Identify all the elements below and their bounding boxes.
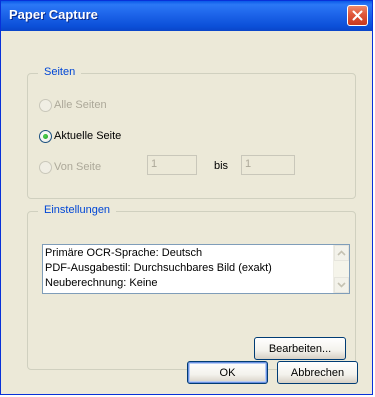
settings-line: PDF-Ausgabestil: Durchsuchbares Bild (ex… xyxy=(45,262,272,274)
listbox-scrollbar[interactable] xyxy=(333,245,349,293)
settings-group-legend: Einstellungen xyxy=(38,204,117,216)
title-bar[interactable]: Paper Capture xyxy=(1,1,372,31)
settings-group: Einstellungen Primäre OCR-Sprache: Deuts… xyxy=(27,204,356,370)
to-page-label: bis xyxy=(214,160,229,172)
pages-group: Seiten Alle Seiten Aktuelle Seite Von Se… xyxy=(27,66,356,199)
radio-all-pages-button[interactable] xyxy=(39,98,52,112)
cancel-button[interactable]: Abbrechen xyxy=(277,361,358,384)
close-icon xyxy=(352,10,363,21)
to-page-input[interactable]: 1 xyxy=(241,155,295,175)
settings-lines: Primäre OCR-Sprache: Deutsch PDF-Ausgabe… xyxy=(45,246,272,291)
radio-page-range-button[interactable] xyxy=(39,160,52,174)
dialog-window: Paper Capture Seiten Alle Seiten Aktuell… xyxy=(0,0,373,395)
radio-current-page-button[interactable] xyxy=(39,129,52,143)
radio-page-range-label: Von Seite xyxy=(54,161,102,173)
settings-line: Neuberechnung: Keine xyxy=(45,277,158,289)
settings-listbox[interactable]: Primäre OCR-Sprache: Deutsch PDF-Ausgabe… xyxy=(42,244,350,294)
radio-all-pages-label: Alle Seiten xyxy=(54,99,107,111)
edit-button[interactable]: Bearbeiten... xyxy=(254,337,346,360)
close-button[interactable] xyxy=(347,5,368,26)
from-page-input[interactable]: 1 xyxy=(147,155,197,175)
ok-button[interactable]: OK xyxy=(187,361,268,384)
scroll-down-button[interactable] xyxy=(334,277,349,293)
pages-group-legend: Seiten xyxy=(38,66,82,78)
window-title: Paper Capture xyxy=(9,7,98,22)
radio-page-range[interactable]: Von Seite xyxy=(39,159,101,175)
radio-all-pages[interactable]: Alle Seiten xyxy=(39,97,107,113)
scroll-up-button[interactable] xyxy=(334,245,349,261)
chevron-down-icon xyxy=(337,282,346,288)
settings-line: Primäre OCR-Sprache: Deutsch xyxy=(45,247,203,259)
radio-current-page-label: Aktuelle Seite xyxy=(54,130,122,142)
dialog-body: Seiten Alle Seiten Aktuelle Seite Von Se… xyxy=(5,31,368,390)
radio-current-page[interactable]: Aktuelle Seite xyxy=(39,128,121,144)
chevron-up-icon xyxy=(337,250,346,256)
